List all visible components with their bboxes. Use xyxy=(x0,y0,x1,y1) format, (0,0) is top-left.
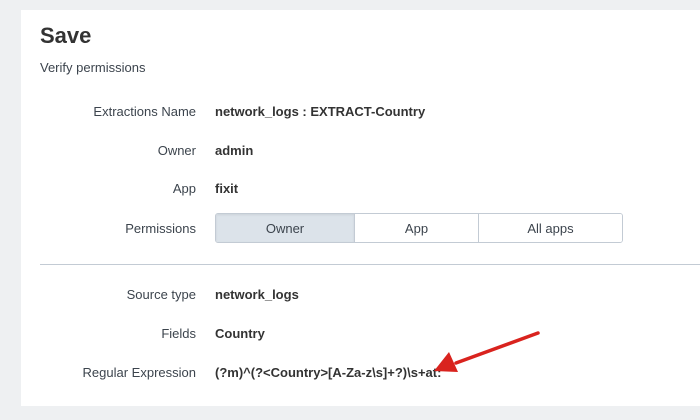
arrow-pointer-icon xyxy=(434,331,540,372)
